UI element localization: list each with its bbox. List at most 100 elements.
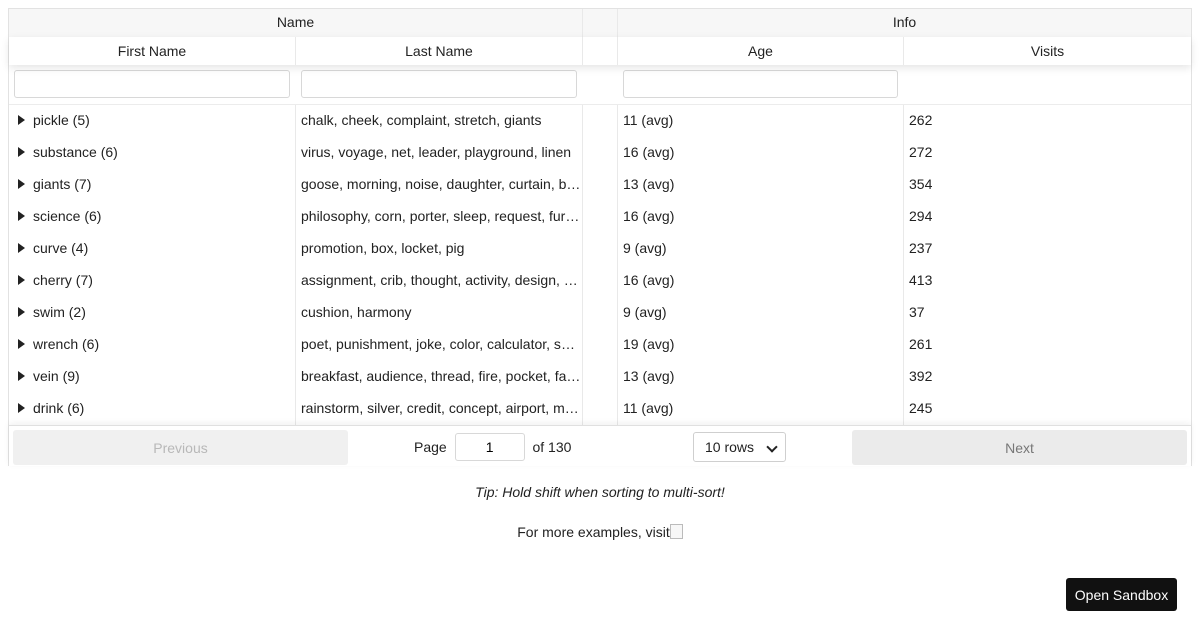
spacer-cell <box>583 233 618 265</box>
visits-cell: 237 <box>909 240 933 256</box>
last-name-cell: breakfast, audience, thread, fire, pocke… <box>296 361 583 393</box>
visits-cell: 392 <box>909 368 933 384</box>
table-row[interactable]: science (6) philosophy, corn, porter, sle… <box>9 201 1191 234</box>
visits-cell: 294 <box>909 208 933 224</box>
first-name-cell[interactable]: science (6) <box>9 201 296 233</box>
last-name-cell: promotion, box, locket, pig <box>296 233 583 265</box>
expand-arrow-icon[interactable] <box>18 243 25 254</box>
first-name-cell[interactable]: cherry (7) <box>9 265 296 297</box>
expand-arrow-icon[interactable] <box>18 403 25 414</box>
visits-cell: 413 <box>909 272 933 288</box>
last-name-cell: rainstorm, silver, credit, concept, airp… <box>296 393 583 425</box>
column-header-first-name[interactable]: First Name <box>9 37 296 65</box>
age-cell: 9 (avg) <box>618 233 904 265</box>
open-sandbox-button[interactable]: Open Sandbox <box>1066 578 1177 611</box>
spacer-cell <box>583 201 618 233</box>
broken-image-icon <box>669 524 683 539</box>
broken-image-link[interactable] <box>669 524 683 540</box>
column-header-age[interactable]: Age <box>618 37 904 65</box>
spacer-cell <box>583 169 618 201</box>
first-name-text: drink (6) <box>33 400 85 416</box>
previous-page-button[interactable]: Previous <box>13 430 348 465</box>
column-header-spacer <box>583 37 618 65</box>
age-filter-input[interactable] <box>623 70 898 98</box>
first-name-cell[interactable]: wrench (6) <box>9 329 296 361</box>
visits-cell: 37 <box>909 304 925 320</box>
first-name-text: giants (7) <box>33 176 92 192</box>
rows-per-page-select[interactable]: 10 rows <box>693 432 786 462</box>
spacer-cell <box>583 265 618 297</box>
page-total-label: of 130 <box>532 439 572 455</box>
first-name-cell[interactable]: drink (6) <box>9 393 296 425</box>
table-row[interactable]: curve (4) promotion, box, locket, pig 9 (a… <box>9 233 1191 266</box>
spacer-cell <box>583 297 618 329</box>
first-name-text: vein (9) <box>33 368 80 384</box>
last-name-cell: chalk, cheek, complaint, stretch, giants <box>296 105 583 137</box>
next-page-button[interactable]: Next <box>852 430 1187 465</box>
expand-arrow-icon[interactable] <box>18 179 25 190</box>
first-name-cell[interactable]: swim (2) <box>9 297 296 329</box>
group-header-name[interactable]: Name <box>9 9 583 37</box>
spacer-cell <box>583 329 618 361</box>
table-row[interactable]: giants (7) goose, morning, noise, daughte… <box>9 169 1191 202</box>
first-name-text: substance (6) <box>33 144 118 160</box>
expand-arrow-icon[interactable] <box>18 115 25 126</box>
first-name-text: pickle (5) <box>33 112 90 128</box>
first-name-cell[interactable]: giants (7) <box>9 169 296 201</box>
age-cell: 16 (avg) <box>618 137 904 169</box>
last-name-cell: virus, voyage, net, leader, playground, … <box>296 137 583 169</box>
expand-arrow-icon[interactable] <box>18 147 25 158</box>
spacer-cell <box>583 361 618 393</box>
column-header-visits[interactable]: Visits <box>904 37 1191 65</box>
first-name-filter-input[interactable] <box>14 70 290 98</box>
visits-cell: 354 <box>909 176 933 192</box>
visits-cell: 272 <box>909 144 933 160</box>
last-name-cell: philosophy, corn, porter, sleep, request… <box>296 201 583 233</box>
table-row[interactable]: cherry (7) assignment, crib, thought, act… <box>9 265 1191 298</box>
first-name-cell[interactable]: pickle (5) <box>9 105 296 137</box>
page-number-input[interactable] <box>454 433 525 461</box>
table-row[interactable]: swim (2) cushion, harmony 9 (avg) 37 <box>9 297 1191 330</box>
pagination-bar: Previous Page of 130 10 rows Next <box>9 425 1191 466</box>
expand-arrow-icon[interactable] <box>18 275 25 286</box>
age-cell: 11 (avg) <box>618 105 904 137</box>
multi-sort-tip: Tip: Hold shift when sorting to multi-so… <box>475 484 725 500</box>
page-indicator: Page of 130 <box>414 433 571 461</box>
column-header-row: First Name Last Name Age Visits <box>9 37 1191 65</box>
last-name-cell: goose, morning, noise, daughter, curtain… <box>296 169 583 201</box>
first-name-cell[interactable]: curve (4) <box>9 233 296 265</box>
table-row[interactable]: pickle (5) chalk, cheek, complaint, stret… <box>9 105 1191 138</box>
last-name-filter-input[interactable] <box>301 70 577 98</box>
table-row[interactable]: substance (6) virus, voyage, net, leader,… <box>9 137 1191 170</box>
visits-cell: 245 <box>909 400 933 416</box>
more-examples: For more examples, visit <box>0 524 1200 540</box>
first-name-text: swim (2) <box>33 304 86 320</box>
first-name-cell[interactable]: substance (6) <box>9 137 296 169</box>
first-name-text: curve (4) <box>33 240 89 256</box>
group-header-row: Name Info <box>9 9 1191 38</box>
age-cell: 16 (avg) <box>618 201 904 233</box>
expand-arrow-icon[interactable] <box>18 339 25 350</box>
age-cell: 13 (avg) <box>618 169 904 201</box>
last-name-cell: cushion, harmony <box>296 297 583 329</box>
spacer-cell <box>583 393 618 425</box>
table-row[interactable]: vein (9) breakfast, audience, thread, fir… <box>9 361 1191 394</box>
filter-row <box>9 66 1191 105</box>
age-cell: 19 (avg) <box>618 329 904 361</box>
table-row[interactable]: wrench (6) poet, punishment, joke, color,… <box>9 329 1191 362</box>
rows-per-page-value: 10 rows <box>705 439 755 455</box>
age-cell: 16 (avg) <box>618 265 904 297</box>
expand-arrow-icon[interactable] <box>18 371 25 382</box>
expand-arrow-icon[interactable] <box>18 211 25 222</box>
first-name-text: wrench (6) <box>33 336 100 352</box>
expand-arrow-icon[interactable] <box>18 307 25 318</box>
visits-cell: 262 <box>909 112 933 128</box>
chevron-down-icon <box>766 441 778 453</box>
table-row[interactable]: drink (6) rainstorm, silver, credit, conc… <box>9 393 1191 426</box>
column-header-last-name[interactable]: Last Name <box>296 37 583 65</box>
first-name-cell[interactable]: vein (9) <box>9 361 296 393</box>
spacer-cell <box>583 105 618 137</box>
more-examples-text: For more examples, visit <box>517 524 670 540</box>
group-header-info[interactable]: Info <box>618 9 1191 37</box>
spacer-cell <box>583 137 618 169</box>
